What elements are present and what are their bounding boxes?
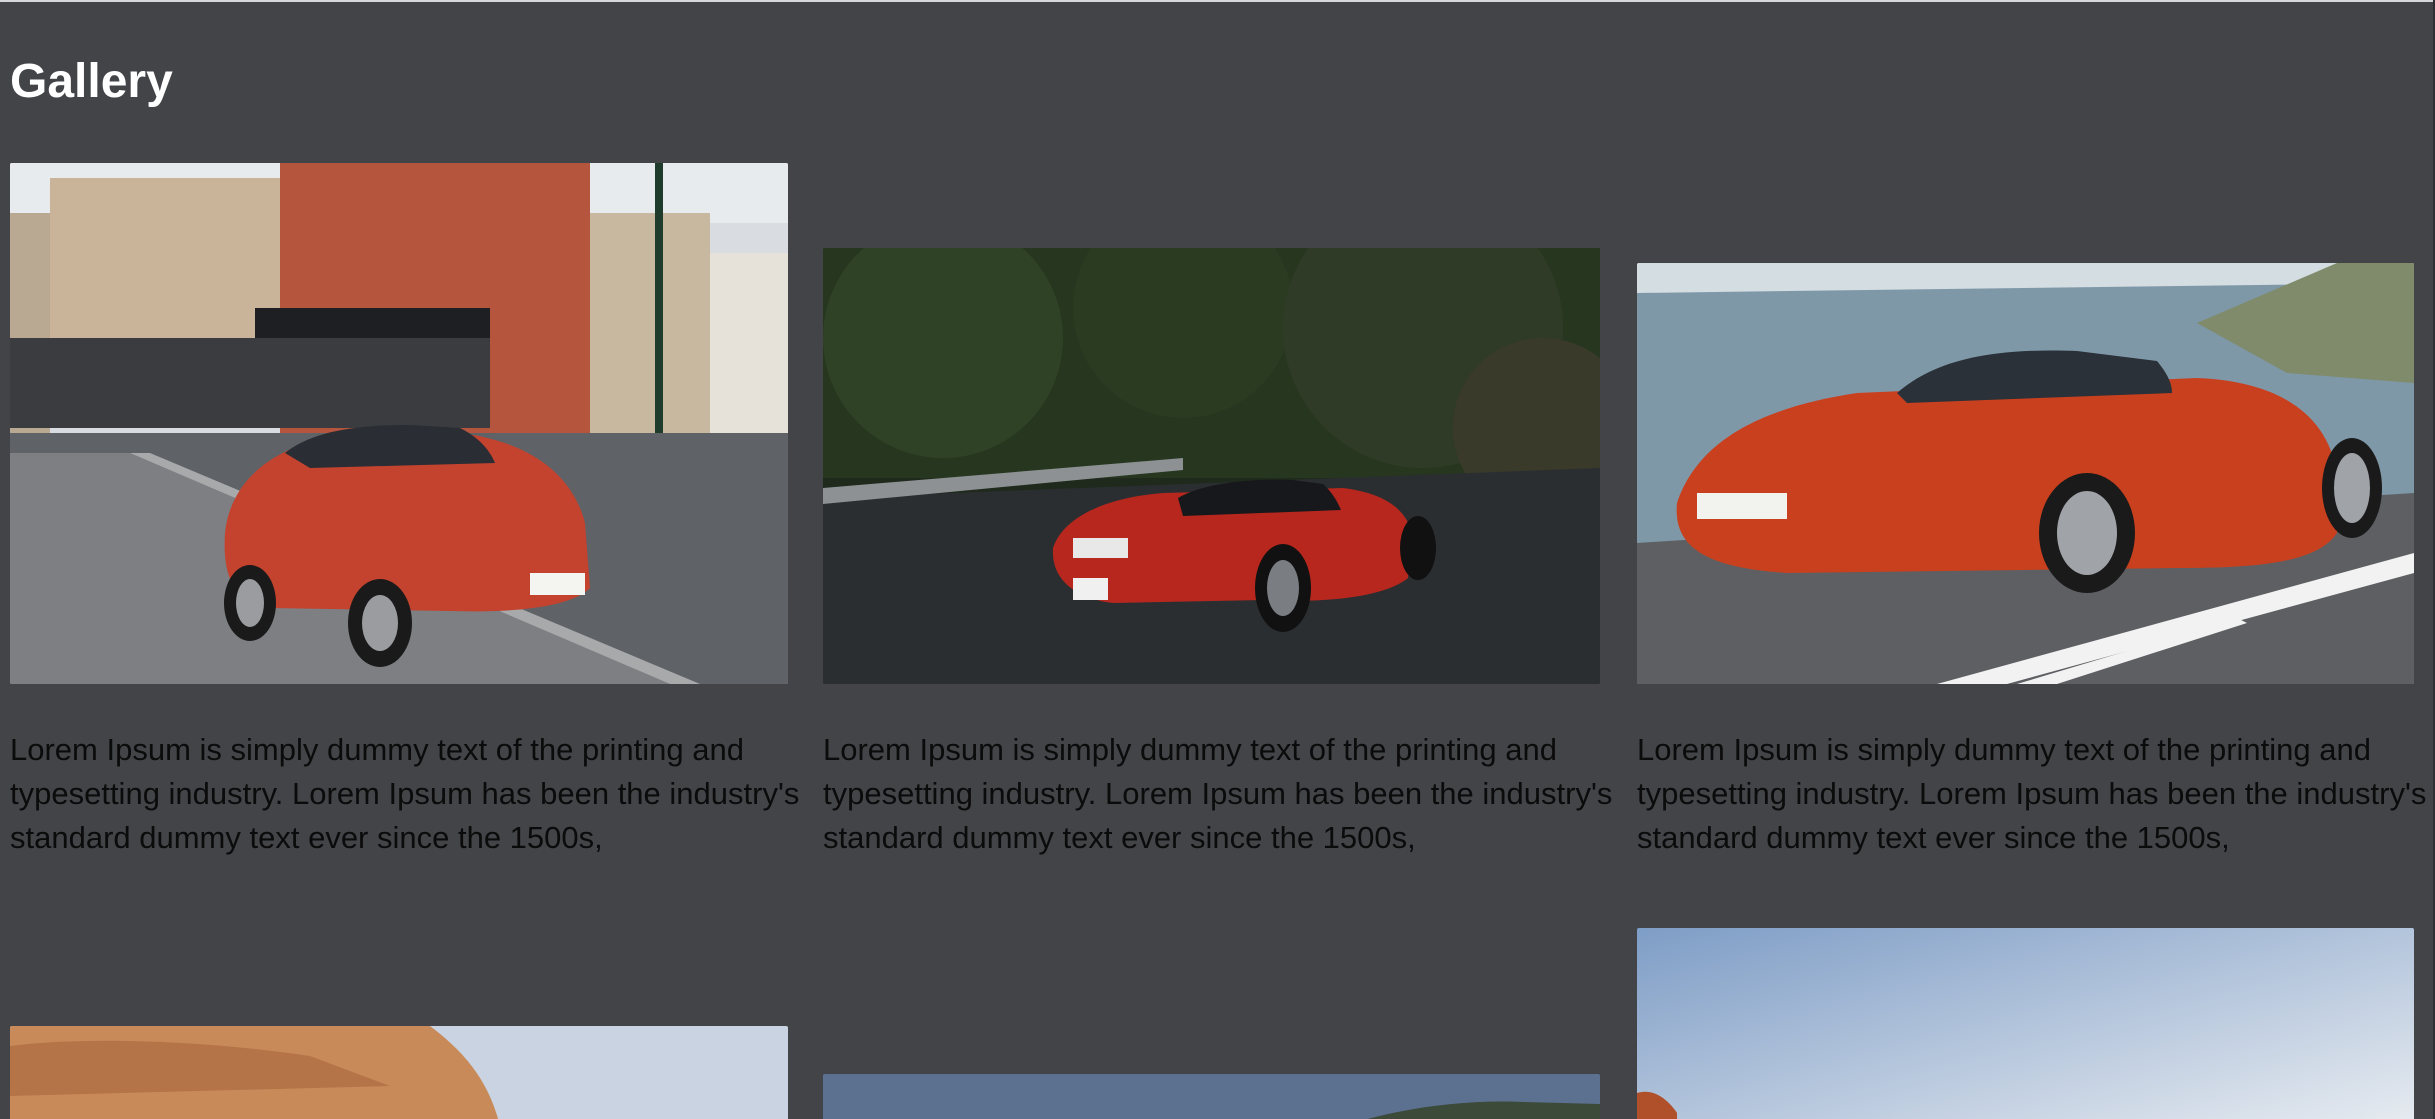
gallery-image-1[interactable] <box>10 163 788 684</box>
car-photo-2 <box>823 248 1600 684</box>
gallery-caption-1: Lorem Ipsum is simply dummy text of the … <box>10 732 800 855</box>
gallery-caption-3: Lorem Ipsum is simply dummy text of the … <box>1637 732 2427 855</box>
gallery-image-2[interactable] <box>823 248 1600 684</box>
car-photo-1 <box>10 163 788 684</box>
gallery-image-3[interactable] <box>1637 263 2414 684</box>
top-border <box>0 0 2435 2</box>
car-photo-3 <box>1637 263 2414 684</box>
landscape-photo-5 <box>823 1074 1600 1119</box>
gallery-image-4[interactable] <box>10 1026 788 1119</box>
gallery-image-6[interactable] <box>1637 928 2414 1119</box>
gallery-image-5[interactable] <box>823 1074 1600 1119</box>
landscape-photo-6 <box>1637 928 2414 1119</box>
landscape-photo-4 <box>10 1026 788 1119</box>
gallery-caption-2: Lorem Ipsum is simply dummy text of the … <box>823 732 1613 855</box>
page-title: Gallery <box>10 55 173 108</box>
